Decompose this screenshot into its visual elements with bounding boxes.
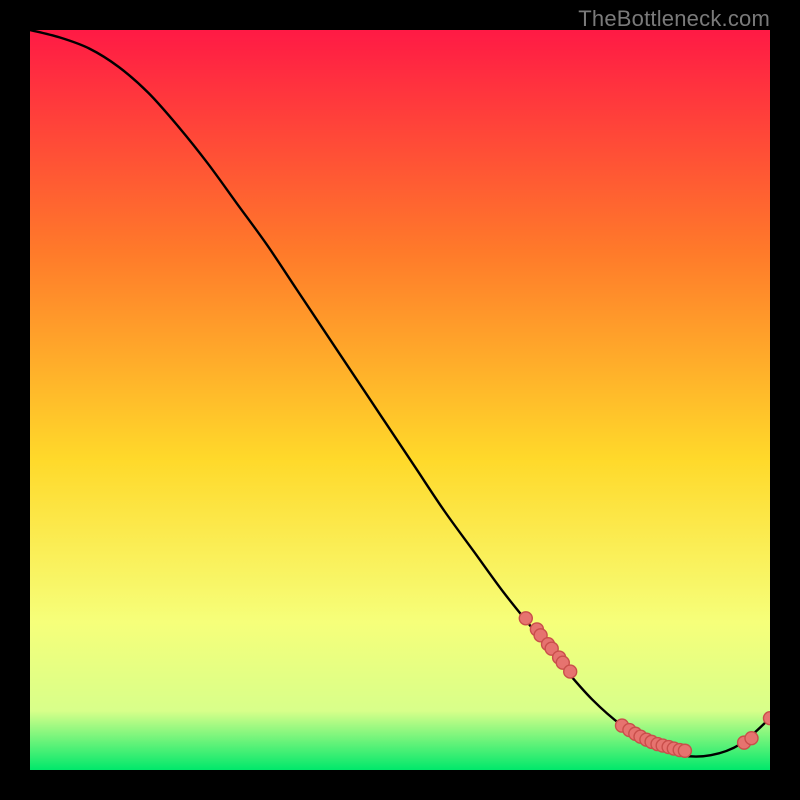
data-marker	[678, 744, 691, 757]
data-marker	[745, 732, 758, 745]
data-marker	[564, 665, 577, 678]
gradient-background	[30, 30, 770, 770]
data-marker	[519, 612, 532, 625]
chart-stage: TheBottleneck.com	[0, 0, 800, 800]
watermark-label: TheBottleneck.com	[578, 6, 770, 32]
plot-svg	[30, 30, 770, 770]
data-marker	[764, 712, 771, 725]
plot-area	[30, 30, 770, 770]
